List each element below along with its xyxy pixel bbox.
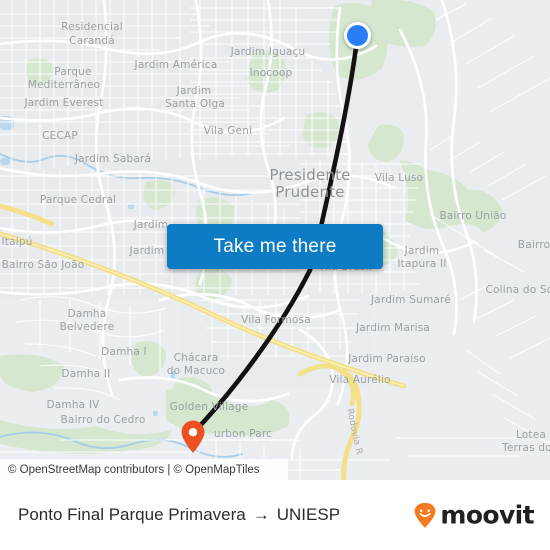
map-label: Jardim Iguaçu	[230, 46, 306, 58]
destination-pin-icon	[181, 420, 205, 453]
map-label: Terras do	[501, 442, 550, 454]
map-label: Inocoop	[250, 67, 293, 79]
map-label: Jardim Marisa	[355, 322, 430, 334]
map-label: Damha	[68, 308, 107, 320]
map-label: Bairro São João	[2, 259, 85, 271]
map-label: Carandá	[69, 35, 115, 47]
take-me-there-button[interactable]: Take me there	[167, 224, 383, 269]
footer-bar: Ponto Final Parque Primavera → UNIESP mo…	[0, 480, 550, 550]
map-label: Damha II	[62, 368, 111, 380]
arrow-right-icon: →	[252, 505, 270, 524]
map-label: Jardim América	[134, 59, 218, 71]
moovit-pin-icon	[414, 502, 436, 528]
map-label: Colina do Sol	[485, 284, 550, 296]
map-label: Prudente	[275, 183, 344, 201]
route-destination-label: UNIESP	[276, 505, 341, 524]
map-label: Belvedere	[60, 321, 115, 333]
map-label: Mediterrâneo	[28, 79, 101, 91]
map-label: Parque	[54, 66, 91, 78]
map-label: urbon Parc	[214, 428, 272, 440]
map-label: Vila Luso	[375, 172, 424, 184]
route-title: Ponto Final Parque Primavera → UNIESP	[18, 505, 340, 525]
map-label: Jardim Sabará	[74, 153, 151, 165]
map-label: Itaipú	[1, 236, 32, 248]
map-canvas[interactable]: Residencial Carandá Jardim Iguaçu Jardim Am…	[0, 0, 550, 480]
map-label: Jardim Sumaré	[370, 294, 451, 306]
map-label: Itapura II	[397, 258, 446, 270]
map-label: Vila Aurélio	[329, 374, 391, 386]
map-label: Damha IV	[46, 399, 100, 411]
origin-dot[interactable]	[344, 22, 371, 49]
map-label: Lotea	[516, 429, 546, 441]
map-label: Residencial	[61, 21, 123, 33]
map-label: CECAP	[42, 130, 78, 142]
map-label: Presidente	[269, 166, 350, 184]
map-label: Jardim	[404, 245, 440, 257]
map-label: Golden Village	[170, 401, 249, 413]
map-label: Santa Olga	[165, 98, 225, 110]
map-label: Bairro União	[439, 210, 506, 222]
map-label: Chácara	[174, 352, 219, 364]
moovit-logo: moovit	[412, 500, 535, 530]
map-label: Jardim Everest	[23, 97, 103, 109]
map-label: Jardim Paraíso	[347, 353, 425, 365]
map-label: Vila Formosa	[241, 314, 311, 326]
map-label: do Macuco	[167, 365, 225, 377]
moovit-map-screenshot: Residencial Carandá Jardim Iguaçu Jardim Am…	[0, 0, 550, 550]
moovit-wordmark: moovit	[440, 500, 534, 530]
map-label: Parque Cedral	[40, 194, 116, 206]
map-label: Damha I	[101, 346, 147, 358]
map-label: Bairro	[518, 239, 550, 251]
map-attribution: © OpenStreetMap contributors | © OpenMap…	[0, 459, 288, 480]
map-label: Vila Geni	[204, 125, 253, 137]
map-label: Jardim	[129, 245, 165, 257]
map-label: Bairro do Cedro	[61, 414, 146, 426]
destination-pin[interactable]	[180, 420, 206, 454]
route-origin-label: Ponto Final Parque Primavera	[18, 505, 246, 524]
map-label: Jardim	[176, 85, 212, 97]
map-label: Jardim	[133, 219, 169, 231]
attribution-text: © OpenStreetMap contributors | © OpenMap…	[8, 463, 260, 476]
